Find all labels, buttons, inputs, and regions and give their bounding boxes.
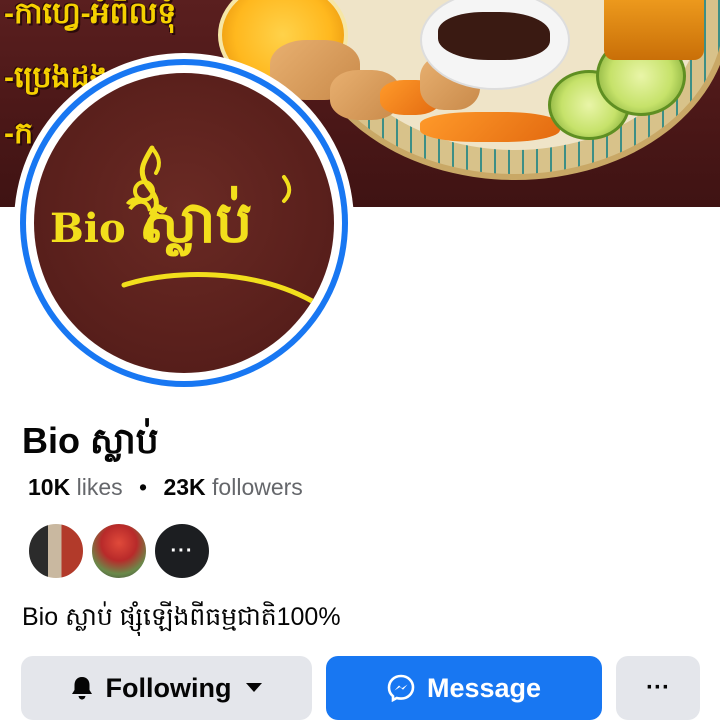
- more-dots-icon: ···: [170, 539, 194, 562]
- message-button[interactable]: Message: [326, 656, 602, 720]
- cover-promo-line-1: -កាហ្វេ-អំពិលទុំ: [4, 0, 177, 30]
- logo-text-latin: Bio: [50, 205, 126, 252]
- likes-count[interactable]: 10K: [28, 474, 70, 500]
- page-title: Bio ស្លាប់: [22, 420, 159, 461]
- more-options-icon: ···: [646, 674, 670, 701]
- cover-tamarind-paste: [438, 12, 550, 60]
- cover-turmeric-root: [420, 112, 560, 142]
- cover-honey-jar: [604, 0, 704, 60]
- followers-label[interactable]: followers: [212, 474, 303, 500]
- more-options-button[interactable]: ···: [616, 656, 700, 720]
- stats-separator-dot: •: [139, 474, 148, 500]
- bell-icon: [70, 675, 94, 701]
- message-label: Message: [426, 672, 542, 703]
- logo-text-khmer: ស្លាប់: [142, 188, 253, 256]
- page-bio: Bio ស្លាប់ ផ្សុំឡើងពីធម្មជាតិ100%: [22, 603, 341, 631]
- profile-avatar[interactable]: Bio ស្លាប់: [34, 73, 334, 373]
- caret-down-icon: [245, 682, 263, 694]
- likes-label[interactable]: likes: [77, 474, 123, 500]
- followers-count[interactable]: 23K: [163, 474, 205, 500]
- following-label: Following: [105, 672, 232, 703]
- messenger-icon: [387, 674, 415, 702]
- cover-promo-line-3: -ក: [4, 117, 34, 150]
- more-friends-button[interactable]: ···: [153, 522, 211, 580]
- page-stats: 10K likes • 23K followers: [28, 474, 303, 501]
- friend-avatar[interactable]: [27, 522, 85, 580]
- following-button[interactable]: Following: [21, 656, 312, 720]
- friend-avatar[interactable]: [90, 522, 148, 580]
